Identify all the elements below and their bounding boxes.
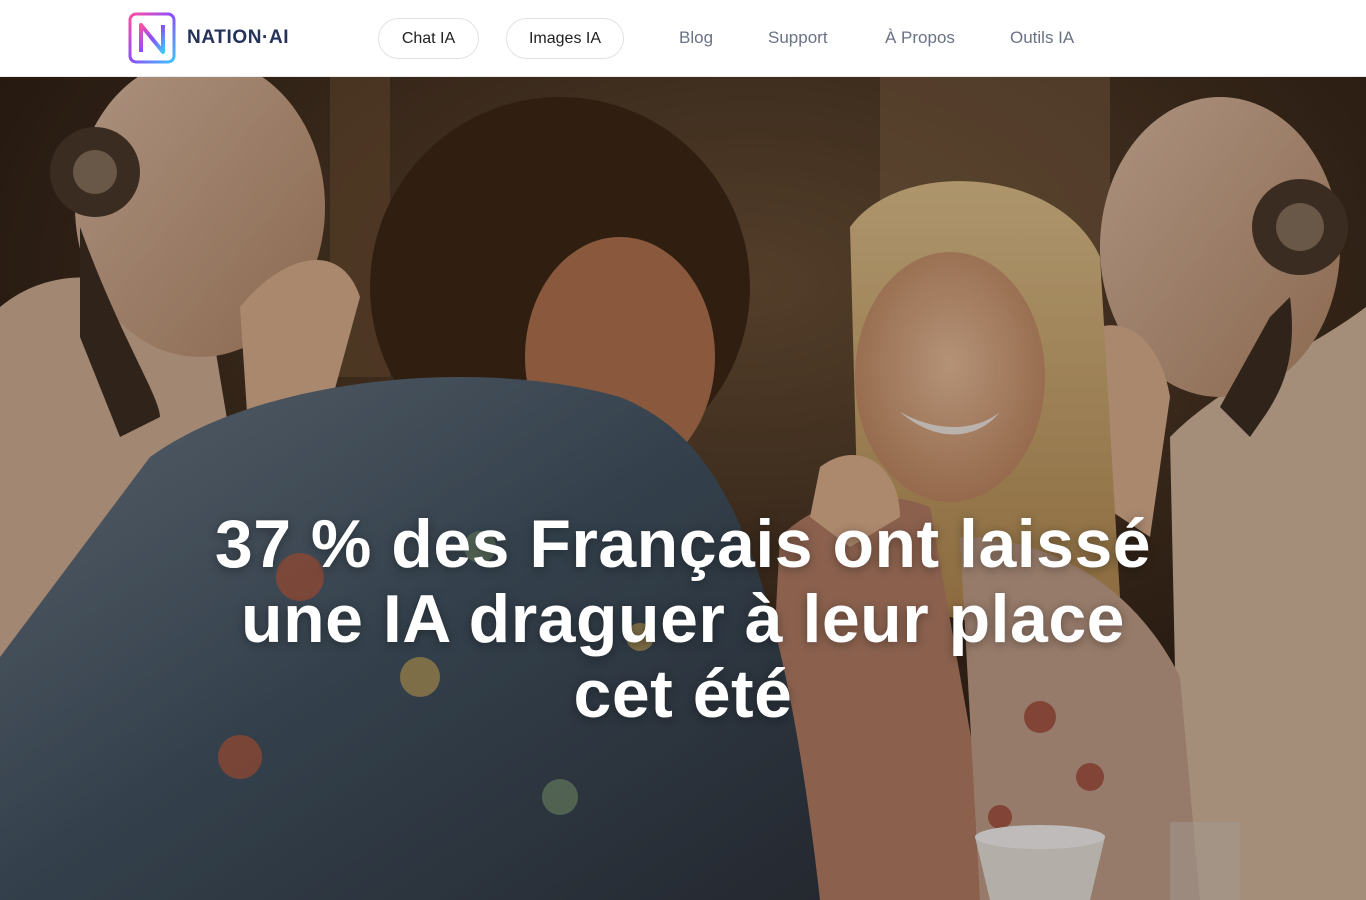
- nav-link-blog[interactable]: Blog: [679, 27, 713, 49]
- nav-link-a-propos[interactable]: À Propos: [885, 27, 955, 49]
- hero-dark-overlay: [0, 77, 1366, 900]
- nav-chat-ia-button[interactable]: Chat IA: [378, 18, 479, 59]
- nav-images-ia-button[interactable]: Images IA: [506, 18, 624, 59]
- logo-link[interactable]: NATION·AI: [128, 12, 289, 64]
- nav-link-outils-ia[interactable]: Outils IA: [1010, 27, 1074, 49]
- site-header: NATION·AI Chat IA Images IA Blog Support…: [0, 0, 1366, 77]
- nation-ai-logo-icon: [128, 12, 176, 64]
- nav-link-support[interactable]: Support: [768, 27, 828, 49]
- brand-name: NATION·AI: [187, 27, 290, 48]
- hero-section: 37 % des Français ont laissé une IA drag…: [0, 77, 1366, 900]
- hero-headline: 37 % des Français ont laissé une IA drag…: [214, 506, 1152, 732]
